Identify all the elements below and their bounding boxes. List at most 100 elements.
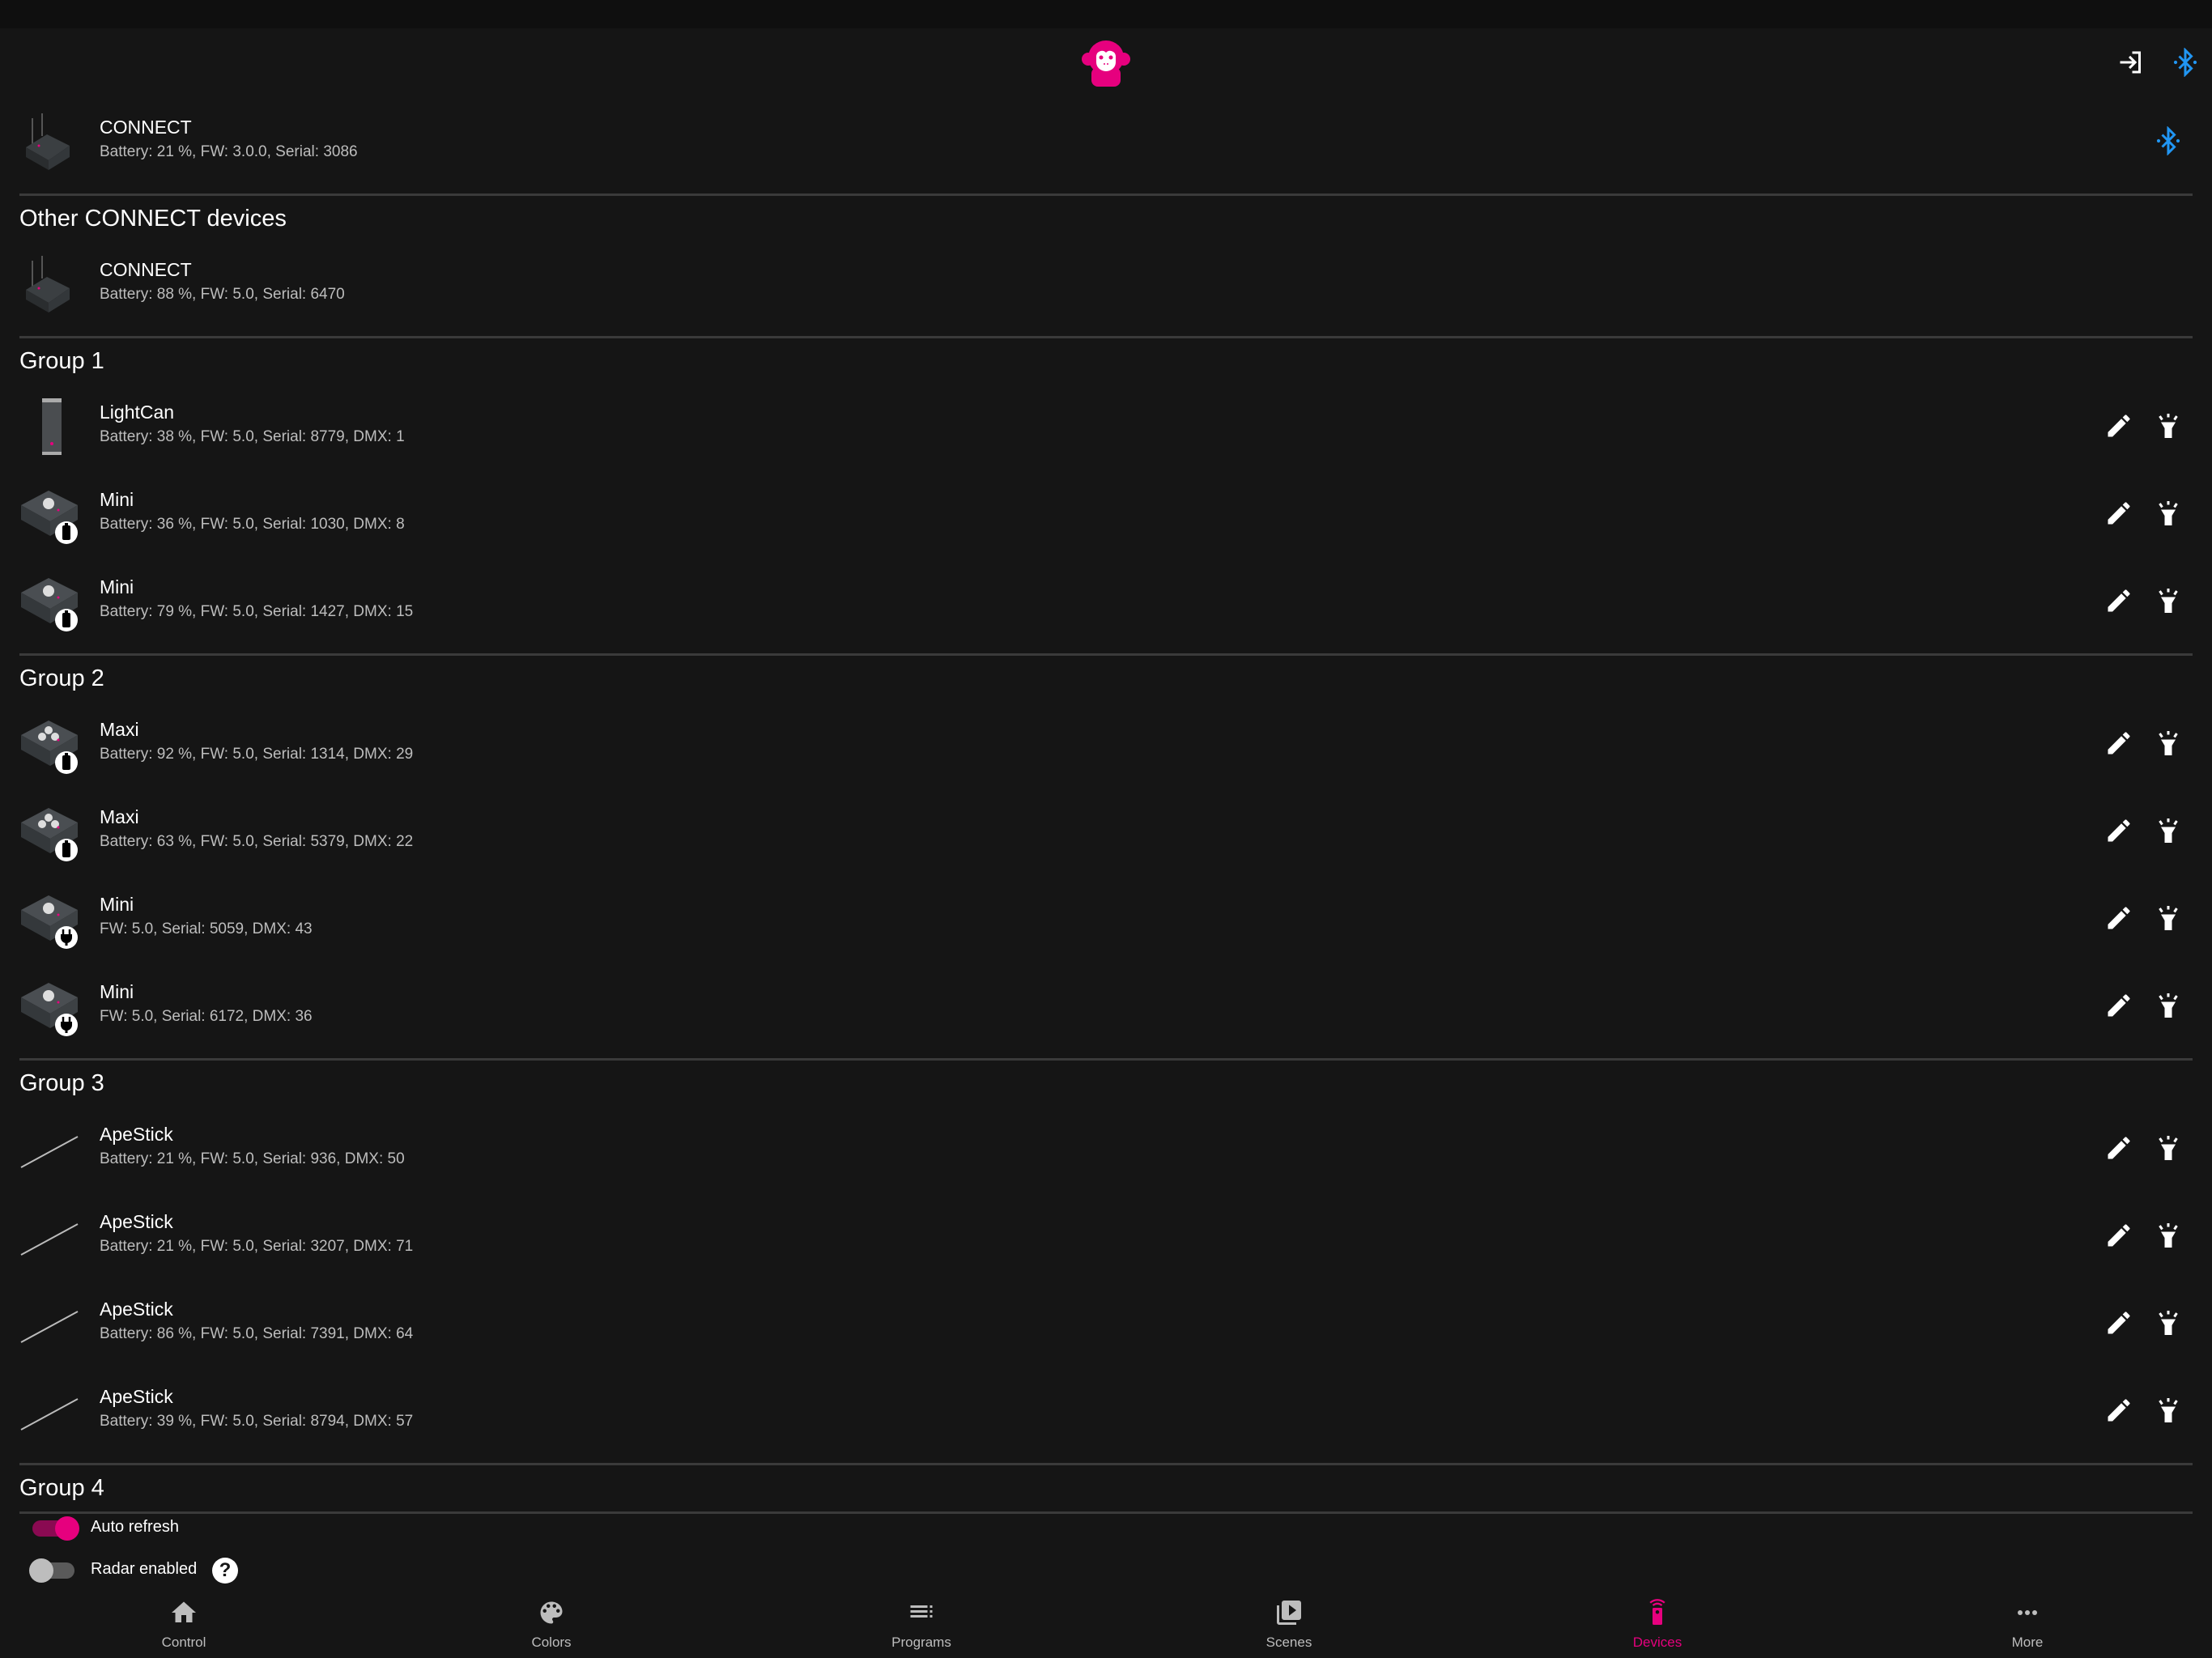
device-subtitle: Battery: 39 %, FW: 5.0, Serial: 8794, DM… bbox=[100, 1413, 414, 1430]
device-title: CONNECT bbox=[100, 117, 192, 138]
login-icon[interactable] bbox=[2116, 48, 2146, 77]
edit-pencil-icon[interactable] bbox=[2104, 729, 2133, 758]
device-subtitle: Battery: 86 %, FW: 5.0, Serial: 7391, DM… bbox=[100, 1325, 414, 1342]
nav-devices[interactable]: Devices bbox=[1536, 1587, 1779, 1651]
identify-flashlight-icon[interactable] bbox=[2154, 991, 2183, 1020]
bluetooth-icon[interactable] bbox=[2171, 48, 2200, 77]
device-row[interactable]: LightCan Battery: 38 %, FW: 5.0, Serial: … bbox=[0, 382, 2212, 470]
identify-flashlight-icon[interactable] bbox=[2154, 1396, 2183, 1425]
nav-scenes[interactable]: Scenes bbox=[1168, 1587, 1410, 1651]
device-list: CONNECT Battery: 21 %, FW: 3.0.0, Serial… bbox=[0, 97, 2212, 1514]
more-icon bbox=[2018, 1610, 2037, 1615]
connected-device-row[interactable]: CONNECT Battery: 21 %, FW: 3.0.0, Serial… bbox=[0, 97, 2212, 185]
edit-pencil-icon[interactable] bbox=[2104, 1308, 2133, 1337]
toggle-thumb[interactable] bbox=[55, 1516, 79, 1541]
edit-pencil-icon[interactable] bbox=[2104, 991, 2133, 1020]
edit-pencil-icon[interactable] bbox=[2104, 499, 2133, 528]
identify-flashlight-icon[interactable] bbox=[2154, 1221, 2183, 1250]
nav-label: Programs bbox=[891, 1635, 951, 1650]
device-subtitle: Battery: 88 %, FW: 5.0, Serial: 6470 bbox=[100, 286, 345, 303]
edit-pencil-icon[interactable] bbox=[2104, 1396, 2133, 1425]
nav-more[interactable]: More bbox=[1906, 1587, 2149, 1651]
device-subtitle: FW: 5.0, Serial: 6172, DMX: 36 bbox=[100, 1008, 313, 1025]
device-subtitle: FW: 5.0, Serial: 5059, DMX: 43 bbox=[100, 920, 313, 937]
device-row[interactable]: Maxi Battery: 63 %, FW: 5.0, Serial: 5379… bbox=[0, 787, 2212, 874]
nav-label: Control bbox=[161, 1635, 206, 1650]
apestick-device-image bbox=[19, 1206, 79, 1266]
edit-pencil-icon[interactable] bbox=[2104, 411, 2133, 440]
device-subtitle: Battery: 21 %, FW: 5.0, Serial: 936, DMX… bbox=[100, 1150, 405, 1167]
section-heading: Group 1 bbox=[19, 348, 104, 374]
apestick-device-image bbox=[19, 1119, 79, 1179]
video-library-icon bbox=[1277, 1601, 1301, 1625]
auto-refresh-toggle-row[interactable]: Auto refresh bbox=[0, 1506, 486, 1548]
identify-flashlight-icon[interactable] bbox=[2154, 1308, 2183, 1337]
device-row[interactable]: Mini Battery: 36 %, FW: 5.0, Serial: 1030… bbox=[0, 470, 2212, 557]
edit-pencil-icon[interactable] bbox=[2104, 586, 2133, 615]
connect-device-image bbox=[19, 112, 79, 172]
device-row[interactable]: ApeStick Battery: 21 %, FW: 5.0, Serial: … bbox=[0, 1192, 2212, 1279]
device-title: Mini bbox=[100, 489, 134, 510]
connect-device-image bbox=[19, 254, 79, 314]
device-row[interactable]: Maxi Battery: 92 %, FW: 5.0, Serial: 1314… bbox=[0, 699, 2212, 787]
toggle-thumb[interactable] bbox=[29, 1558, 53, 1583]
device-row[interactable]: ApeStick Battery: 21 %, FW: 5.0, Serial: … bbox=[0, 1104, 2212, 1192]
mini-device-image bbox=[19, 484, 79, 544]
help-icon[interactable]: ? bbox=[212, 1558, 238, 1584]
edit-pencil-icon[interactable] bbox=[2104, 1221, 2133, 1250]
radar-toggle-row[interactable]: Radar enabled ? bbox=[0, 1548, 486, 1590]
nav-colors[interactable]: Colors bbox=[430, 1587, 673, 1651]
device-subtitle: Battery: 92 %, FW: 5.0, Serial: 1314, DM… bbox=[100, 746, 414, 763]
device-title: Maxi bbox=[100, 806, 139, 827]
identify-flashlight-icon[interactable] bbox=[2154, 903, 2183, 933]
section-heading: Group 3 bbox=[19, 1070, 104, 1096]
radar-label: Radar enabled bbox=[91, 1560, 198, 1578]
edit-pencil-icon[interactable] bbox=[2104, 903, 2133, 933]
mini-device-image bbox=[19, 976, 79, 1036]
device-subtitle: Battery: 36 %, FW: 5.0, Serial: 1030, DM… bbox=[100, 516, 405, 533]
device-subtitle: Battery: 21 %, FW: 3.0.0, Serial: 3086 bbox=[100, 143, 358, 160]
device-title: ApeStick bbox=[100, 1299, 173, 1320]
apestick-device-image bbox=[19, 1294, 79, 1354]
maxi-device-image bbox=[19, 801, 79, 861]
remote-icon bbox=[1649, 1599, 1665, 1625]
section-heading: Group 2 bbox=[19, 665, 104, 691]
mini-device-image bbox=[19, 889, 79, 949]
identify-flashlight-icon[interactable] bbox=[2154, 499, 2183, 528]
device-title: ApeStick bbox=[100, 1386, 173, 1407]
device-row[interactable]: ApeStick Battery: 39 %, FW: 5.0, Serial: … bbox=[0, 1367, 2212, 1454]
palette-icon bbox=[540, 1601, 563, 1624]
edit-pencil-icon[interactable] bbox=[2104, 816, 2133, 845]
identify-flashlight-icon[interactable] bbox=[2154, 411, 2183, 440]
home-icon bbox=[172, 1601, 196, 1622]
nav-label: Scenes bbox=[1266, 1635, 1312, 1650]
nav-programs[interactable]: Programs bbox=[800, 1587, 1043, 1651]
section-heading: Group 4 bbox=[19, 1475, 104, 1501]
device-title: CONNECT bbox=[100, 259, 192, 280]
device-row[interactable]: Mini FW: 5.0, Serial: 6172, DMX: 36 bbox=[0, 962, 2212, 1049]
nav-label: Devices bbox=[1632, 1635, 1682, 1650]
identify-flashlight-icon[interactable] bbox=[2154, 586, 2183, 615]
device-row[interactable]: ApeStick Battery: 86 %, FW: 5.0, Serial: … bbox=[0, 1279, 2212, 1367]
apestick-device-image bbox=[19, 1381, 79, 1441]
nav-control[interactable]: Control bbox=[62, 1587, 305, 1651]
identify-flashlight-icon[interactable] bbox=[2154, 816, 2183, 845]
device-row[interactable]: Mini Battery: 79 %, FW: 5.0, Serial: 1427… bbox=[0, 557, 2212, 644]
app-bar bbox=[0, 28, 2212, 97]
identify-flashlight-icon[interactable] bbox=[2154, 1133, 2183, 1163]
nav-label: More bbox=[2011, 1635, 2044, 1650]
bluetooth-icon[interactable] bbox=[2154, 126, 2183, 155]
monkey-logo-icon bbox=[1082, 40, 1130, 87]
device-subtitle: Battery: 63 %, FW: 5.0, Serial: 5379, DM… bbox=[100, 833, 414, 850]
mini-device-image bbox=[19, 572, 79, 631]
identify-flashlight-icon[interactable] bbox=[2154, 729, 2183, 758]
device-row[interactable]: CONNECT Battery: 88 %, FW: 5.0, Serial: 6… bbox=[0, 240, 2212, 327]
bottom-navigation: Control Colors Programs Scenes Devices More bbox=[0, 1587, 2212, 1658]
device-title: LightCan bbox=[100, 402, 175, 423]
edit-pencil-icon[interactable] bbox=[2104, 1133, 2133, 1163]
device-title: ApeStick bbox=[100, 1124, 173, 1145]
device-row[interactable]: Mini FW: 5.0, Serial: 5059, DMX: 43 bbox=[0, 874, 2212, 962]
device-title: ApeStick bbox=[100, 1211, 173, 1232]
device-title: Maxi bbox=[100, 719, 139, 740]
device-title: Mini bbox=[100, 981, 134, 1002]
